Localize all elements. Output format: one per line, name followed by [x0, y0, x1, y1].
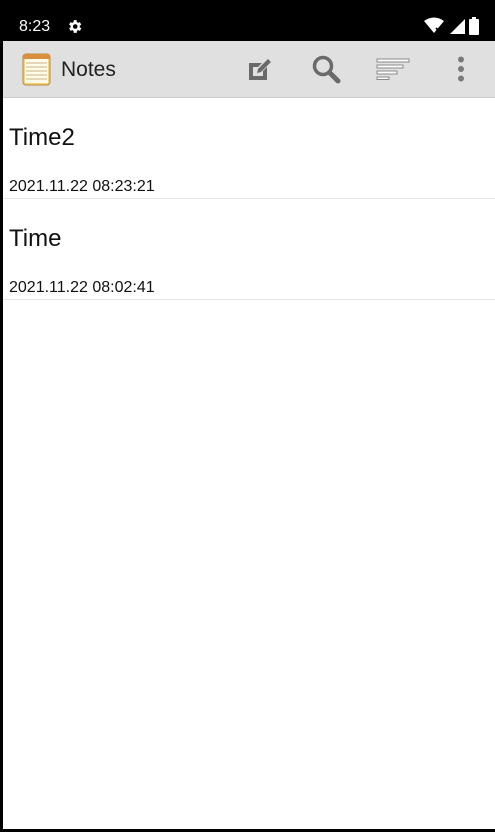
- signal-icon: [449, 17, 469, 34]
- wifi-icon: [424, 17, 448, 34]
- app-window: Notes Time2 2021.11.22 08:23:21 Time 202…: [3, 41, 495, 829]
- note-title: Time: [9, 225, 62, 252]
- notepad-logo-icon: [22, 53, 51, 86]
- new-note-button[interactable]: [235, 41, 283, 97]
- note-item[interactable]: Time 2021.11.22 08:02:41: [3, 199, 495, 300]
- app-title: Notes: [61, 58, 116, 81]
- note-list: Time2 2021.11.22 08:23:21 Time 2021.11.2…: [3, 98, 495, 300]
- more-vert-icon: [458, 56, 464, 82]
- search-button[interactable]: [302, 41, 350, 97]
- note-title: Time2: [9, 124, 75, 151]
- note-date: 2021.11.22 08:02:41: [9, 279, 155, 296]
- status-bar: 8:23: [0, 0, 495, 41]
- gear-icon: [66, 18, 83, 35]
- status-time: 8:23: [19, 18, 51, 35]
- note-date: 2021.11.22 08:23:21: [9, 178, 155, 195]
- battery-icon: [469, 17, 479, 35]
- note-item[interactable]: Time2 2021.11.22 08:23:21: [3, 98, 495, 199]
- more-options-button[interactable]: [437, 41, 485, 97]
- sort-button[interactable]: [369, 41, 417, 97]
- edit-icon: [249, 59, 271, 80]
- status-icons: [424, 17, 479, 35]
- action-bar: Notes: [3, 41, 495, 98]
- sort-icon: [376, 58, 410, 80]
- search-icon: [312, 55, 341, 84]
